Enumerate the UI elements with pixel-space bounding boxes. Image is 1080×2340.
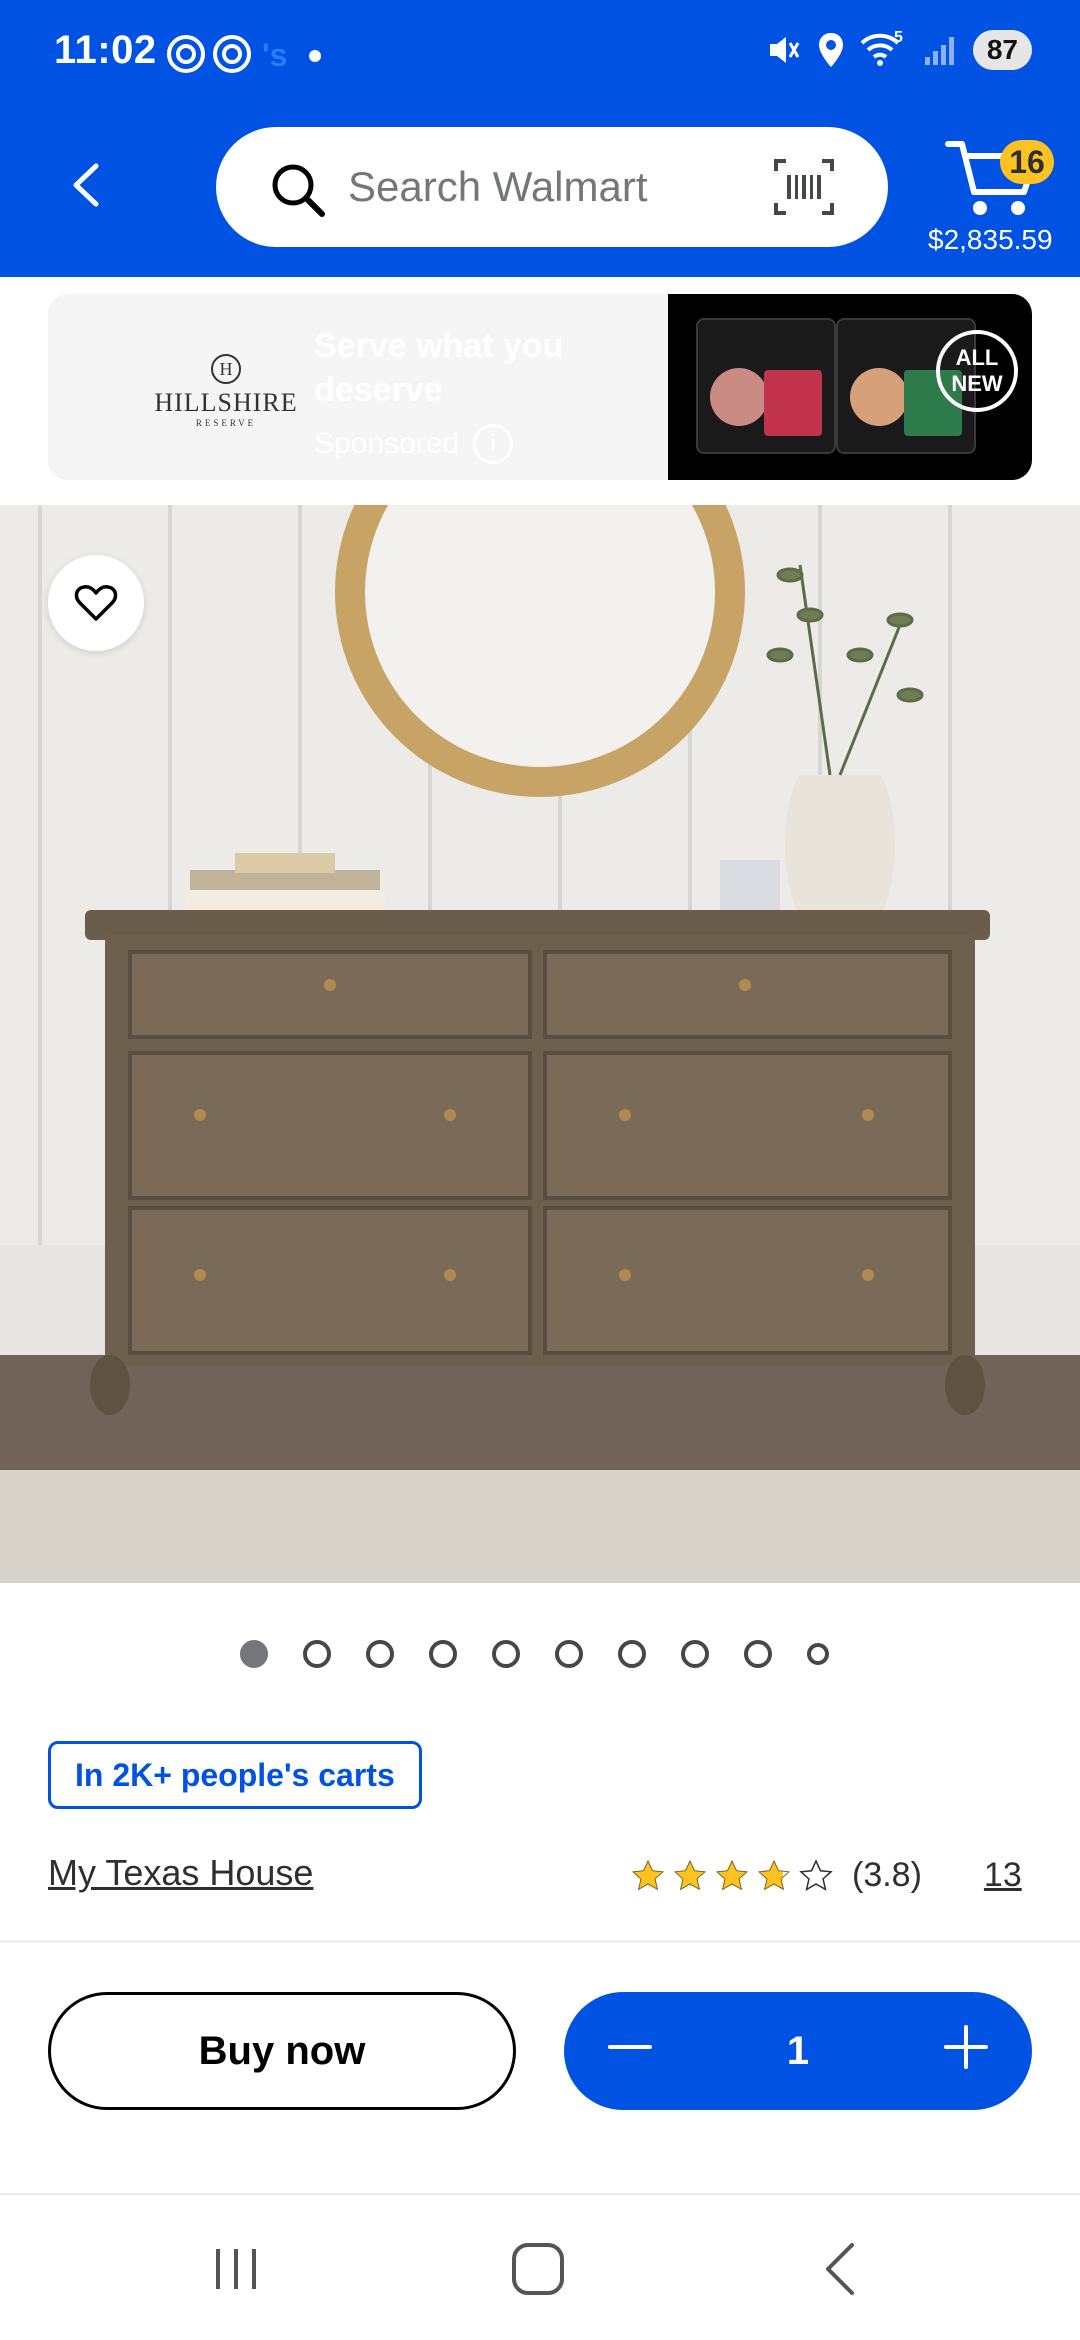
app-notification-icon: 's [262, 37, 287, 73]
product-image[interactable] [0, 505, 1080, 1583]
search-icon [272, 164, 325, 217]
search-input[interactable]: Search Walmart [348, 163, 648, 211]
ad-brand-sub: RESERVE [195, 418, 257, 428]
ad-product-image: ALL NEW [668, 294, 1032, 480]
ad-headline: Serve what you deserve [314, 327, 564, 409]
star-icon [631, 1859, 665, 1890]
product-rating[interactable]: (3.8) 13 [630, 1856, 1022, 1895]
back-button[interactable] [56, 155, 116, 215]
threads-icon [167, 35, 205, 73]
threads-icon [213, 35, 251, 73]
heart-icon [74, 585, 118, 621]
all-new-badge: ALL NEW [936, 330, 1018, 412]
system-navigation-bar [0, 2195, 1080, 2340]
sponsored-banner[interactable]: H HILLSHIRE RESERVE Serve what you deser… [48, 294, 1032, 480]
sponsored-text: Sponsored [314, 427, 460, 460]
svg-text:'s: 's [262, 37, 287, 73]
more-dot-icon [309, 50, 321, 62]
carousel-dot[interactable] [555, 1640, 583, 1668]
carousel-dot[interactable] [240, 1640, 268, 1668]
review-count-link[interactable]: 13 [984, 1856, 1022, 1895]
brand-monogram: H [211, 354, 241, 384]
nav-back-icon[interactable] [812, 2239, 872, 2299]
carousel-dot[interactable] [618, 1640, 646, 1668]
minus-icon[interactable] [600, 2021, 660, 2081]
mute-icon [769, 37, 800, 63]
system-icons: 5 87 [764, 29, 1032, 70]
network-type: 5 [893, 29, 903, 46]
carousel-indicator [240, 1640, 829, 1668]
carousel-dot[interactable] [492, 1640, 520, 1668]
star-icon [673, 1859, 707, 1890]
favorite-button[interactable] [48, 555, 144, 651]
quantity-value: 1 [786, 2028, 810, 2073]
dresser-photo [0, 505, 1080, 1583]
ad-brand-logo: H HILLSHIRE RESERVE [108, 354, 344, 428]
ad-brand-name: HILLSHIRE [154, 388, 298, 417]
brand-link[interactable]: My Texas House [48, 1852, 313, 1894]
carousel-dot[interactable] [744, 1640, 772, 1668]
ad-sponsored-label: Sponsored i [314, 424, 514, 464]
battery-indicator: 87 [972, 30, 1032, 70]
carousel-dot[interactable] [366, 1640, 394, 1668]
divider [0, 1940, 1080, 1943]
quantity-stepper[interactable]: 1 [564, 1992, 1032, 2110]
star-icon [757, 1859, 791, 1890]
star-icon [799, 1858, 833, 1891]
recent-apps-icon[interactable] [206, 2239, 266, 2299]
buy-now-button[interactable]: Buy now [48, 1992, 516, 2110]
rating-average: (3.8) [852, 1856, 922, 1894]
plus-icon[interactable] [936, 2021, 996, 2081]
status-bar: 11:02 's 5 87 [0, 0, 1080, 110]
carousel-dot[interactable] [303, 1640, 331, 1668]
carousel-dot[interactable] [807, 1643, 829, 1665]
star-icon [715, 1859, 749, 1890]
signal-icon [924, 37, 954, 65]
status-time: 11:02 [54, 28, 157, 72]
info-icon[interactable]: i [473, 424, 514, 464]
barcode-icon[interactable] [772, 157, 836, 217]
popularity-badge: In 2K+ people's carts [48, 1741, 422, 1809]
location-icon [818, 33, 843, 67]
carousel-dot[interactable] [681, 1640, 709, 1668]
carousel-dot[interactable] [429, 1640, 457, 1668]
notification-icons: 's [166, 34, 330, 74]
cart-total: $2,835.59 [928, 224, 1053, 255]
ad-package [696, 318, 836, 454]
app-header: 11:02 's 5 87 Search Walmart 16 $2,835.5… [0, 0, 1080, 277]
search-bar[interactable]: Search Walmart [216, 127, 888, 247]
back-icon [73, 163, 99, 207]
cart-count-badge: 16 [1000, 140, 1054, 184]
home-icon[interactable] [508, 2239, 568, 2299]
